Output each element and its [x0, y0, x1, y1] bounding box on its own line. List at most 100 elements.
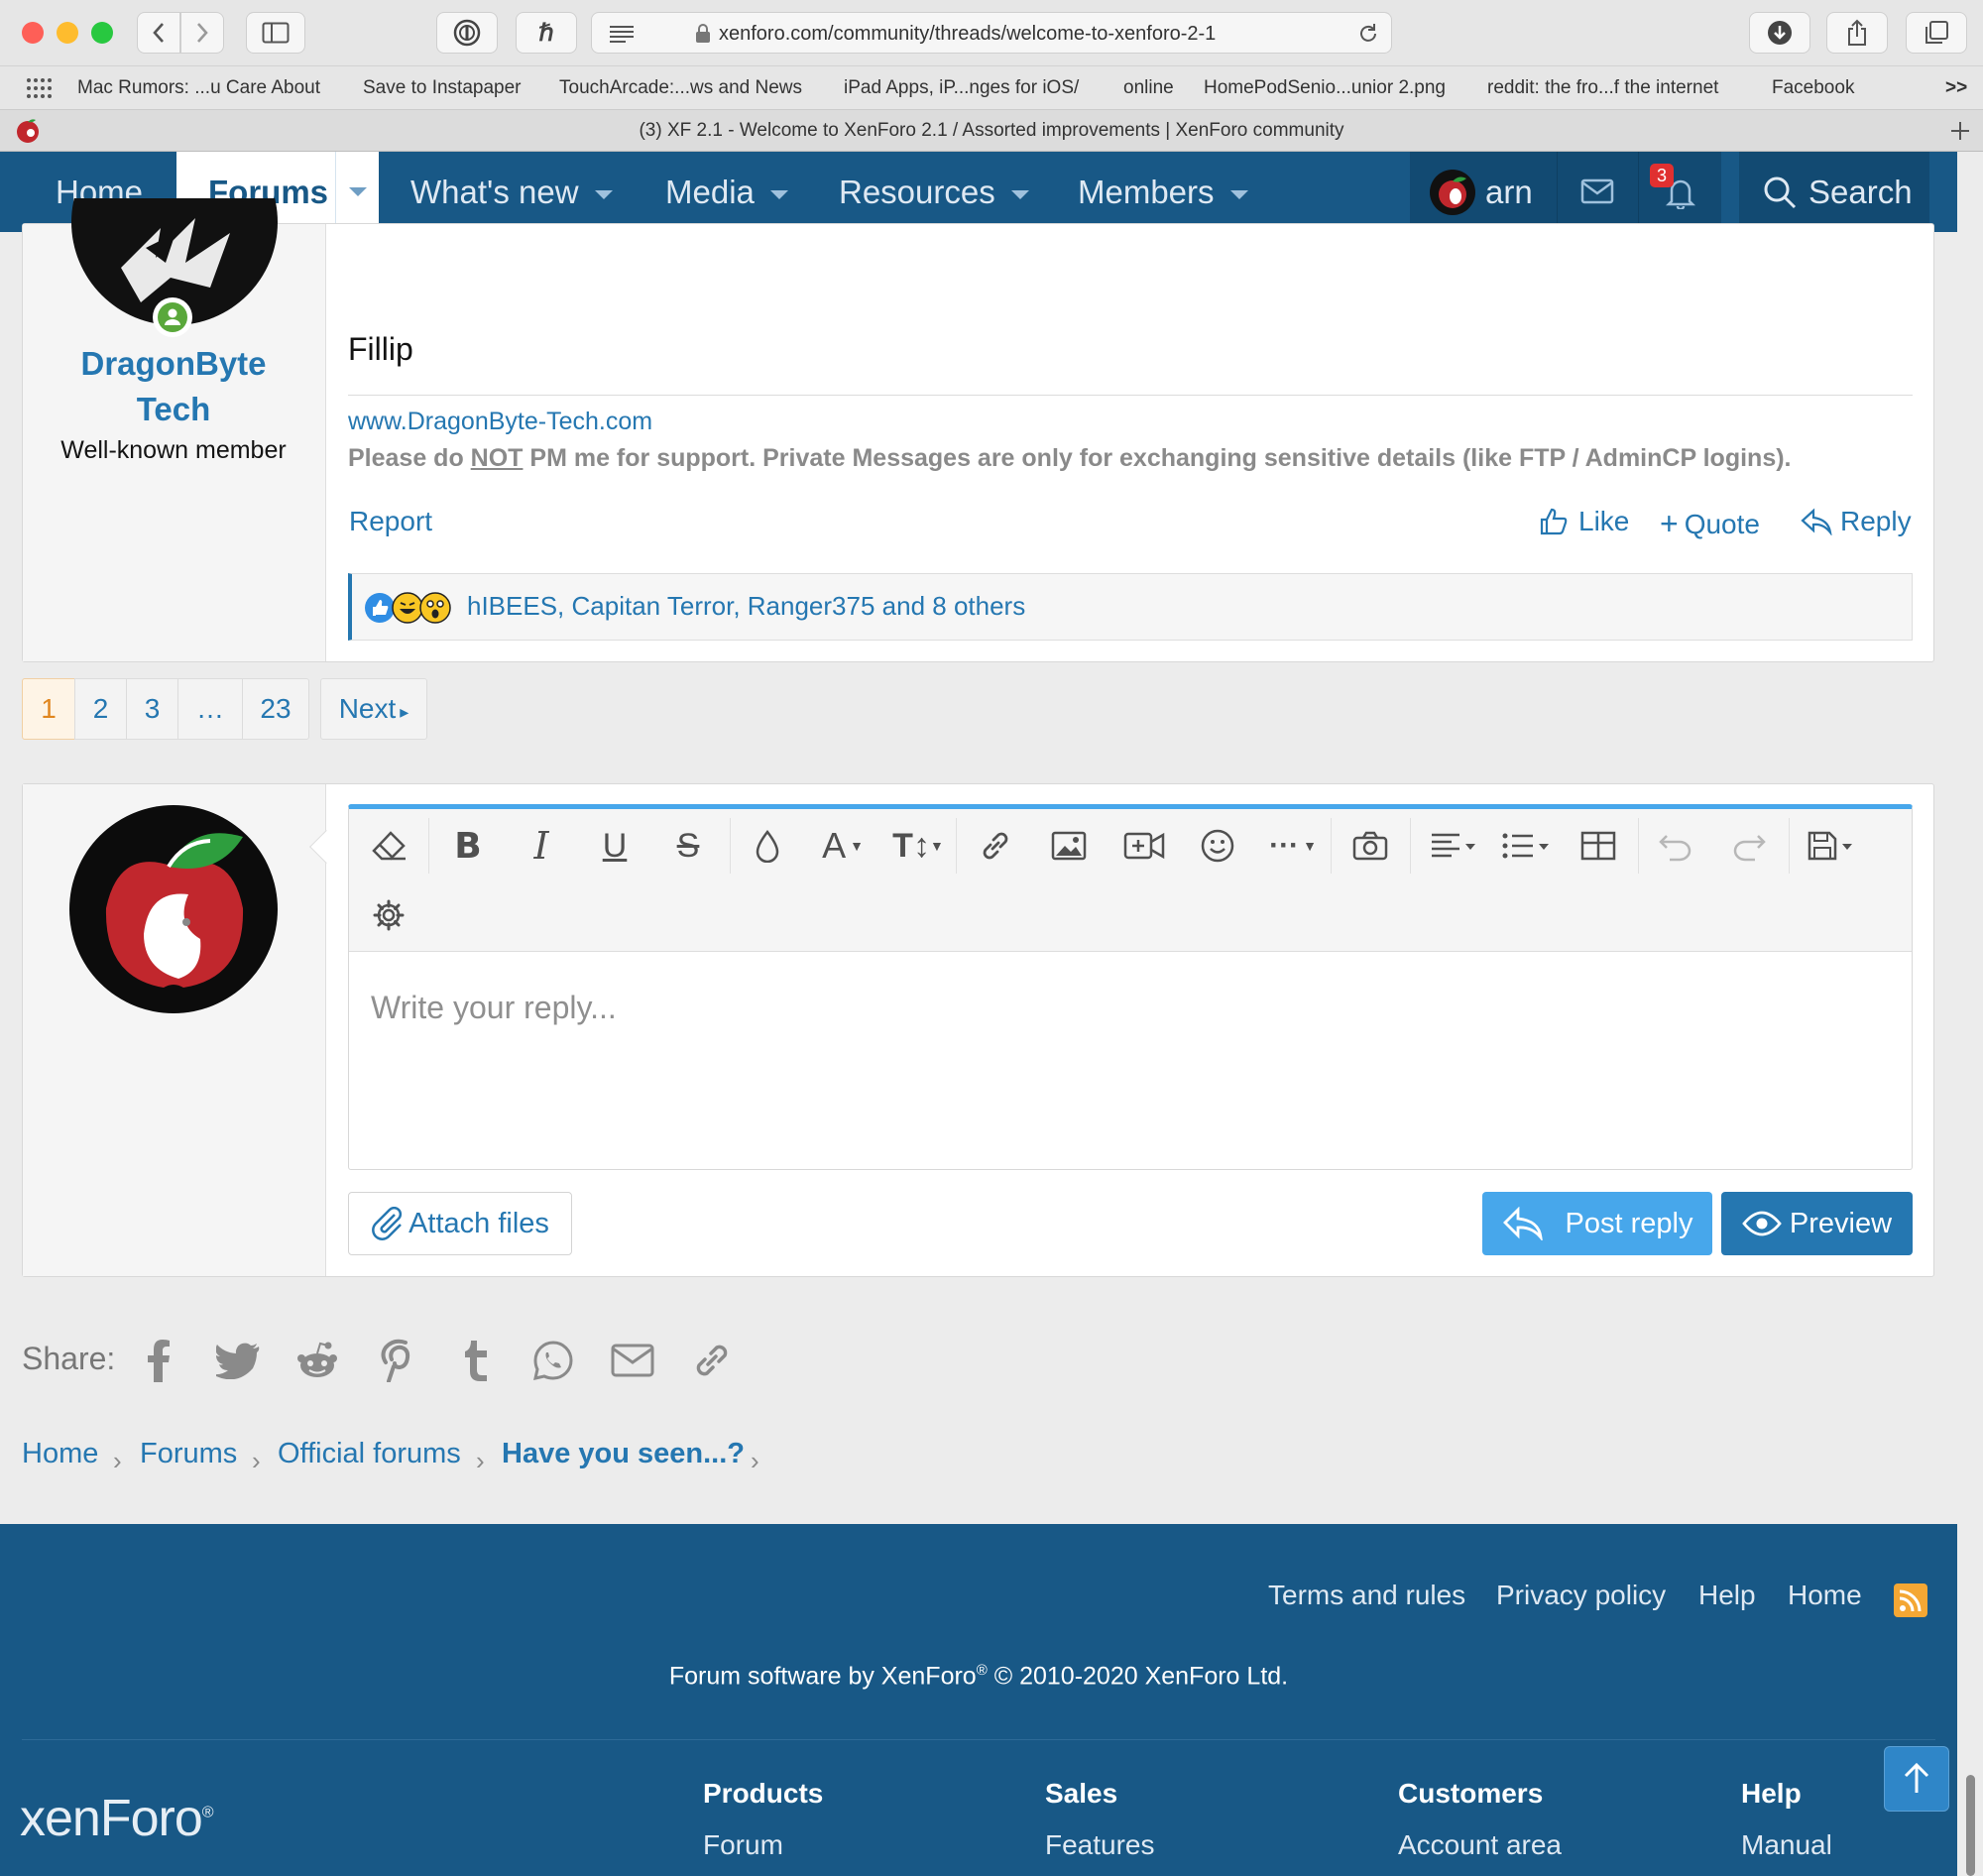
share-tumblr-icon[interactable]	[452, 1335, 500, 1386]
bookmark-item[interactable]: Facebook	[1772, 66, 1854, 110]
like-button[interactable]: Like	[1539, 506, 1629, 537]
minimize-window-button[interactable]	[57, 22, 78, 44]
reactions-bar[interactable]: hIBEES, Capitan Terror, Ranger375 and 8 …	[348, 573, 1913, 641]
sidebar-toggle-button[interactable]	[246, 12, 305, 54]
editor-settings-gear-icon[interactable]	[365, 891, 412, 939]
footer-col-link[interactable]: Manual	[1741, 1829, 1832, 1861]
address-bar[interactable]: xenforo.com/community/threads/welcome-to…	[591, 12, 1392, 54]
preview-button[interactable]: Preview	[1721, 1192, 1913, 1255]
inbox-envelope-icon[interactable]	[1580, 178, 1614, 204]
apple-logo-icon	[1439, 176, 1466, 208]
more-options-dropdown-icon[interactable]: ··· ▼	[1263, 822, 1323, 870]
smilie-icon[interactable]	[1194, 822, 1241, 870]
password-manager-button[interactable]	[436, 12, 498, 54]
grid-apps-icon[interactable]	[26, 77, 52, 99]
insert-link-icon[interactable]	[972, 822, 1019, 870]
list-dropdown-icon[interactable]	[1497, 822, 1557, 870]
page-1-current[interactable]: 1	[22, 678, 75, 740]
tabs-overview-button[interactable]	[1906, 12, 1967, 54]
scrollbar-thumb[interactable]	[1966, 1775, 1975, 1876]
reply-text-area[interactable]: Write your reply...	[371, 990, 617, 1026]
font-family-dropdown-icon[interactable]: A ▼	[813, 822, 873, 870]
share-reddit-icon[interactable]	[293, 1335, 341, 1386]
insert-image-icon[interactable]	[1045, 822, 1093, 870]
attach-files-button[interactable]: Attach files	[348, 1192, 572, 1255]
page-23-link[interactable]: 23	[242, 678, 309, 740]
font-size-dropdown-icon[interactable]: T↕ ▼	[886, 822, 950, 870]
report-link[interactable]: Report	[349, 506, 432, 537]
italic-icon[interactable]: I	[518, 822, 565, 870]
nav-media[interactable]: Media	[665, 152, 788, 232]
forward-button[interactable]	[180, 12, 224, 54]
insert-table-icon[interactable]	[1575, 822, 1622, 870]
bookmark-item[interactable]: Mac Rumors: ...u Care About	[77, 66, 320, 110]
bookmark-item[interactable]: iPad Apps, iP...nges for iOS/	[844, 66, 1079, 110]
footer-home-link[interactable]: Home	[1788, 1580, 1862, 1611]
extension-button[interactable]: ℏ	[516, 12, 577, 54]
post-reply-button[interactable]: Post reply	[1482, 1192, 1712, 1255]
footer-col-link[interactable]: Account area	[1398, 1829, 1562, 1861]
align-dropdown-icon[interactable]	[1424, 822, 1483, 870]
downloads-button[interactable]	[1749, 12, 1810, 54]
page-2-link[interactable]: 2	[74, 678, 127, 740]
drafts-dropdown-icon[interactable]	[1803, 822, 1862, 870]
xenforo-logo[interactable]: xenForo®	[20, 1789, 214, 1848]
camera-icon[interactable]	[1346, 822, 1394, 870]
reactions-users-link[interactable]: hIBEES, Capitan Terror, Ranger375 and 8 …	[467, 574, 1025, 638]
bookmark-item[interactable]: reddit: the fro...f the internet	[1487, 66, 1718, 110]
forums-dropdown-icon[interactable]	[349, 187, 367, 196]
breadcrumb-home[interactable]: Home	[22, 1438, 98, 1470]
insert-media-icon[interactable]	[1120, 822, 1168, 870]
search-button[interactable]: Search	[1739, 152, 1929, 232]
bookmark-item[interactable]: Save to Instapaper	[363, 66, 522, 110]
bookmark-item[interactable]: online	[1123, 66, 1174, 110]
strikethrough-icon[interactable]: S	[664, 822, 712, 870]
bold-icon[interactable]: B	[444, 822, 492, 870]
breadcrumb-have-you-seen[interactable]: Have you seen...?	[502, 1438, 745, 1470]
zoom-window-button[interactable]	[91, 22, 113, 44]
share-whatsapp-icon[interactable]	[529, 1335, 577, 1386]
scroll-to-top-button[interactable]	[1885, 1747, 1948, 1811]
nav-whats-new[interactable]: What's new	[410, 152, 613, 232]
close-window-button[interactable]	[22, 22, 44, 44]
next-page-button[interactable]: Next ▸	[320, 678, 427, 740]
reader-view-icon[interactable]	[608, 24, 636, 44]
breadcrumb-forums[interactable]: Forums	[140, 1438, 237, 1470]
page-3-link[interactable]: 3	[126, 678, 178, 740]
footer-col-link[interactable]: Forum	[703, 1829, 783, 1861]
footer-privacy-link[interactable]: Privacy policy	[1496, 1580, 1666, 1611]
reply-button[interactable]: Reply	[1801, 506, 1912, 537]
footer-help-link[interactable]: Help	[1698, 1580, 1756, 1611]
clear-formatting-icon[interactable]	[365, 822, 412, 870]
signature-website-link[interactable]: www.DragonByte-Tech.com	[348, 408, 652, 436]
back-button[interactable]	[137, 12, 180, 54]
share-pinterest-icon[interactable]	[373, 1335, 420, 1386]
bookmark-item[interactable]: TouchArcade:...ws and News	[559, 66, 802, 110]
reload-icon[interactable]	[1357, 23, 1379, 45]
nav-members[interactable]: Members	[1078, 152, 1248, 232]
footer-col-link[interactable]: Features	[1045, 1829, 1155, 1861]
share-email-icon[interactable]	[609, 1335, 656, 1386]
share-twitter-icon[interactable]	[214, 1335, 262, 1386]
share-facebook-icon[interactable]	[135, 1335, 182, 1386]
nav-resources[interactable]: Resources	[839, 152, 1029, 232]
redo-icon[interactable]	[1725, 822, 1773, 870]
footer-terms-link[interactable]: Terms and rules	[1268, 1580, 1465, 1611]
current-user-avatar[interactable]	[69, 805, 278, 1013]
undo-icon[interactable]	[1652, 822, 1699, 870]
share-sheet-button[interactable]	[1826, 12, 1888, 54]
author-username[interactable]: DragonByte Tech	[22, 341, 325, 432]
username-link[interactable]: arn	[1485, 152, 1533, 232]
rss-icon[interactable]	[1894, 1583, 1927, 1617]
user-avatar[interactable]	[1430, 170, 1475, 215]
new-tab-icon[interactable]	[1949, 120, 1971, 142]
breadcrumb-official-forums[interactable]: Official forums	[278, 1438, 461, 1470]
quote-button[interactable]: + Quote	[1660, 506, 1760, 542]
underline-icon[interactable]: U	[591, 822, 639, 870]
page-jump-ellipsis[interactable]: …	[177, 678, 243, 740]
tab-title[interactable]: (3) XF 2.1 - Welcome to XenForo 2.1 / As…	[0, 110, 1983, 152]
text-color-drop-icon[interactable]	[744, 822, 791, 870]
share-link-icon[interactable]	[688, 1335, 736, 1386]
bookmark-item[interactable]: HomePodSenio...unior 2.png	[1204, 66, 1446, 110]
bookmarks-overflow-button[interactable]: >>	[1945, 66, 1967, 110]
